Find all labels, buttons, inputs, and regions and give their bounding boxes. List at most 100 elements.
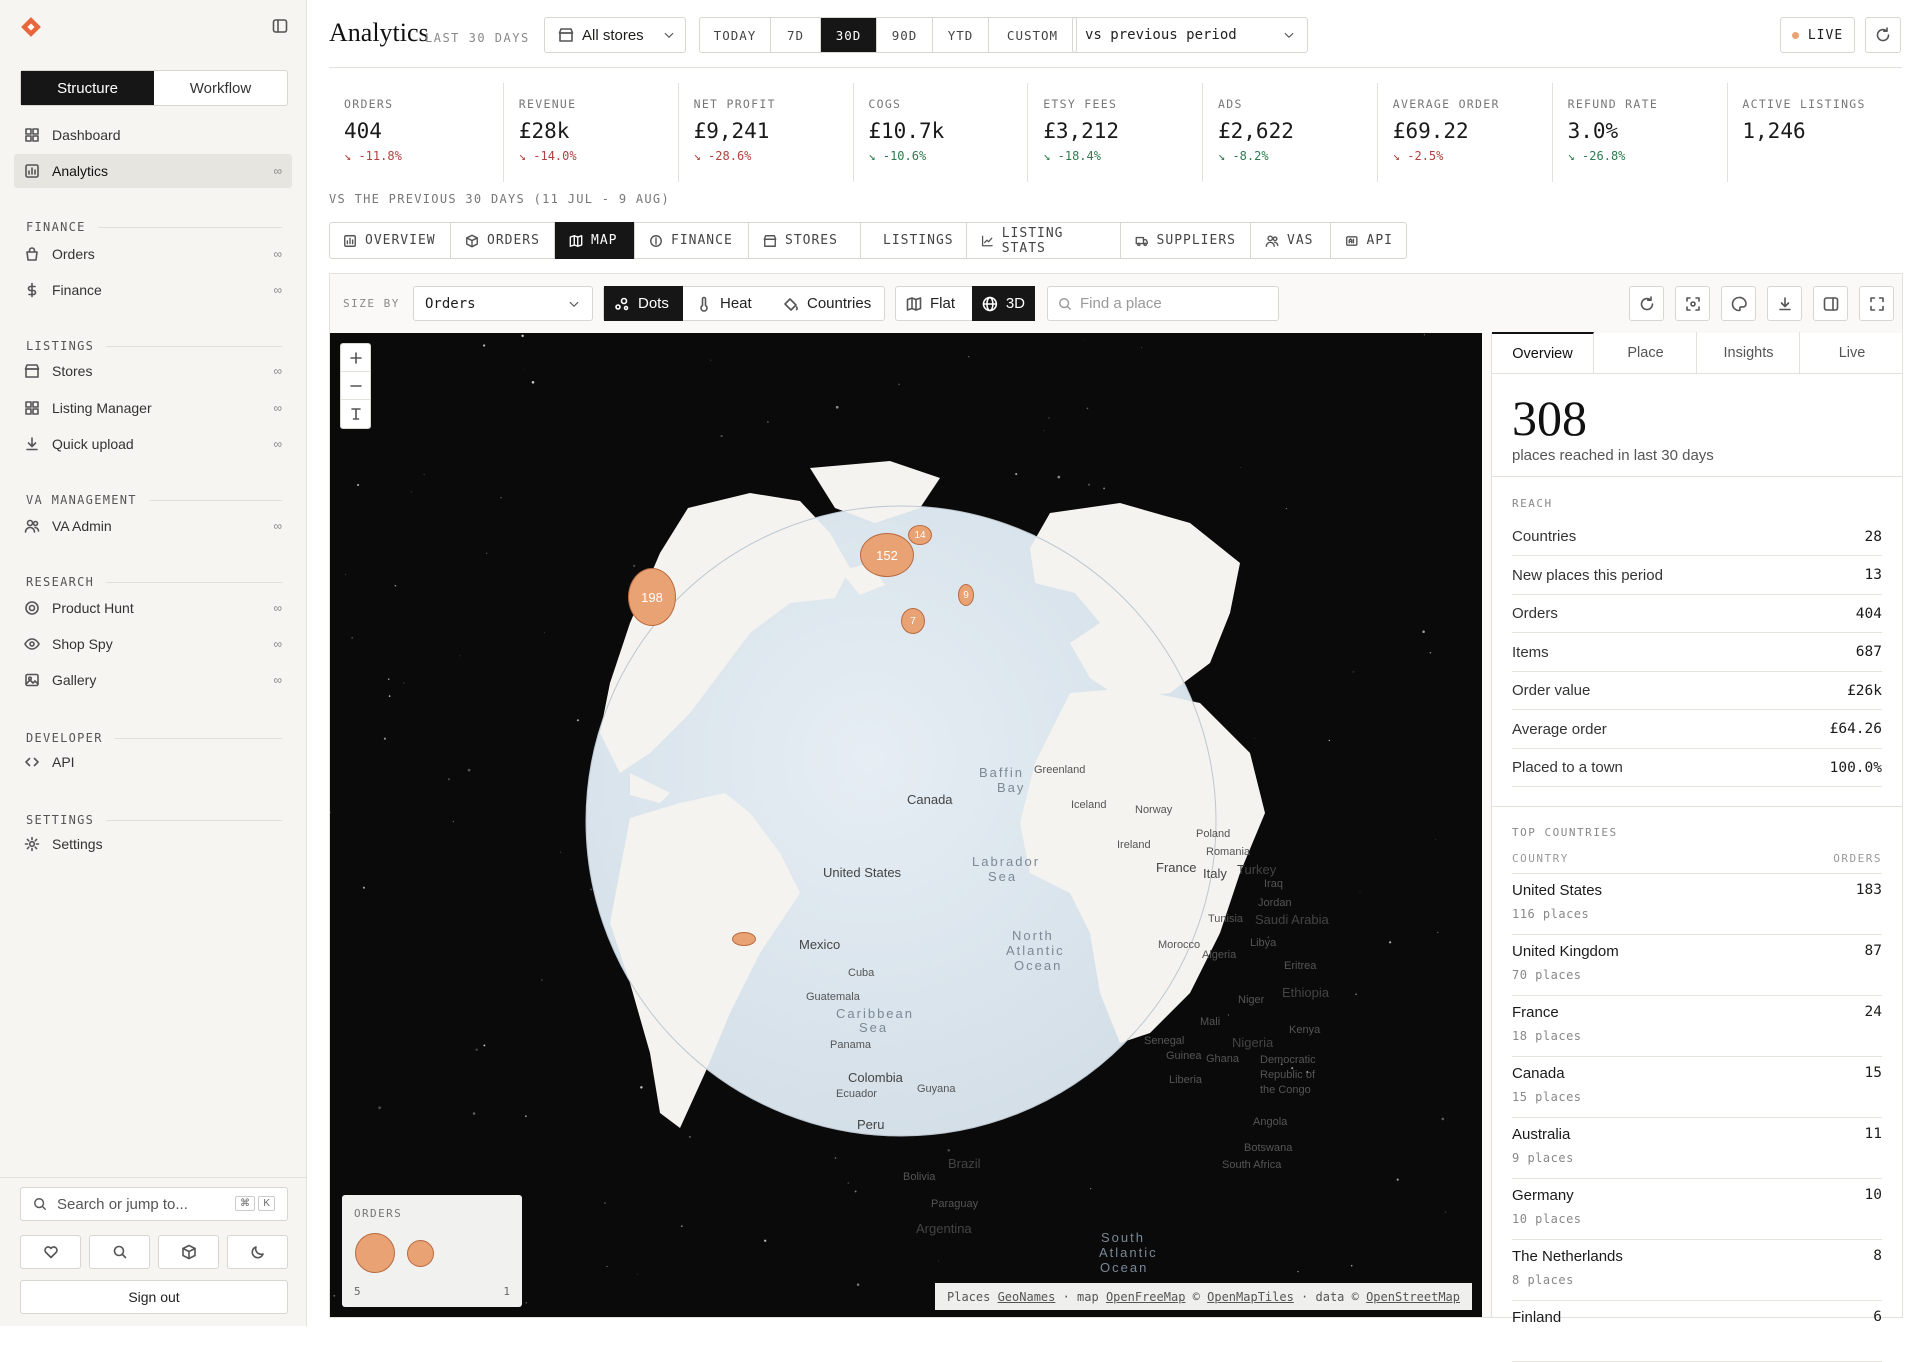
kpi-ads[interactable]: ADS £2,622 ↘ -8.2% — [1203, 83, 1378, 182]
tab-map[interactable]: MAP — [555, 222, 635, 259]
attribution-link[interactable]: OpenFreeMap — [1106, 1290, 1185, 1304]
country-orders: 15 — [1864, 1065, 1882, 1081]
sign-out-button[interactable]: Sign out — [20, 1280, 288, 1314]
panel-tab-place[interactable]: Place — [1595, 332, 1697, 373]
range-90d[interactable]: 90D — [876, 18, 932, 52]
country-row[interactable]: Germany 10 places 10 — [1512, 1179, 1882, 1240]
kpi-active-listings[interactable]: ACTIVE LISTINGS 1,246 — [1727, 83, 1901, 182]
size-by-select[interactable]: Orders — [413, 286, 593, 321]
reach-row-placed-to-a-town: Placed to a town 100.0% — [1512, 749, 1882, 787]
kpi-refund-rate[interactable]: REFUND RATE 3.0% ↘ -26.8% — [1553, 83, 1728, 182]
sidebar: Structure Workflow Dashboard Analytics ∞ FI… — [0, 0, 307, 1326]
panel-tab-overview[interactable]: Overview — [1492, 332, 1594, 373]
order-bubble[interactable]: 152 — [860, 533, 914, 577]
search-placeholder: Search or jump to... — [57, 1195, 188, 1213]
place-label-ireland: Ireland — [1117, 839, 1151, 851]
favorites-button[interactable] — [20, 1235, 81, 1269]
tab-listings[interactable]: LISTINGS — [861, 222, 967, 259]
kpi-average-order[interactable]: AVERAGE ORDER £69.22 ↘ -2.5% — [1378, 83, 1553, 182]
country-row[interactable]: United States 116 places 183 — [1512, 874, 1882, 935]
sidebar-item-product-hunt[interactable]: Product Hunt ∞ — [14, 591, 292, 625]
find-place-input[interactable]: Find a place — [1047, 286, 1279, 321]
tab-stores[interactable]: STORES — [749, 222, 861, 259]
country-row[interactable]: France 18 places 24 — [1512, 996, 1882, 1057]
collapse-sidebar-icon[interactable] — [272, 18, 288, 34]
range-30d[interactable]: 30D — [820, 18, 876, 52]
sidebar-item-analytics[interactable]: Analytics ∞ — [14, 154, 292, 188]
search-button[interactable] — [89, 1235, 150, 1269]
style-button[interactable] — [1721, 286, 1756, 321]
tab-api[interactable]: API — [1331, 222, 1407, 259]
tab-suppliers[interactable]: SUPPLIERS — [1121, 222, 1251, 259]
country-row[interactable]: United Kingdom 70 places 87 — [1512, 935, 1882, 996]
mode-tab-workflow[interactable]: Workflow — [154, 71, 287, 105]
attribution-link[interactable]: OpenMapTiles — [1207, 1290, 1294, 1304]
brand-logo[interactable] — [20, 16, 42, 38]
live-button[interactable]: LIVE — [1780, 17, 1855, 53]
package-button[interactable] — [158, 1235, 219, 1269]
zoom-in-button[interactable] — [341, 344, 370, 372]
sidebar-item-quick-upload[interactable]: Quick upload ∞ — [14, 427, 292, 461]
kpi-revenue[interactable]: REVENUE £28k ↘ -14.0% — [504, 83, 679, 182]
range-today[interactable]: TODAY — [700, 18, 770, 52]
tab-overview[interactable]: OVERVIEW — [329, 222, 451, 259]
sidebar-item-listing-manager[interactable]: Listing Manager ∞ — [14, 391, 292, 425]
zoom-out-button[interactable] — [341, 372, 370, 400]
country-row[interactable]: Canada 15 places 15 — [1512, 1057, 1882, 1118]
fullscreen-button[interactable] — [1859, 286, 1894, 321]
toggle-panel-button[interactable] — [1813, 286, 1848, 321]
range-ytd[interactable]: YTD — [932, 18, 988, 52]
compass-button[interactable] — [341, 400, 370, 428]
theme-toggle-button[interactable] — [227, 1235, 288, 1269]
mode-dots[interactable]: Dots — [604, 286, 683, 321]
order-bubble[interactable]: 7 — [901, 608, 925, 634]
tab-orders[interactable]: ORDERS — [451, 222, 555, 259]
view-3d[interactable]: 3D — [972, 286, 1035, 321]
sidebar-item-stores[interactable]: Stores ∞ — [14, 354, 292, 388]
sidebar-item-finance[interactable]: Finance ∞ — [14, 273, 292, 307]
place-label-liberia: Liberia — [1169, 1074, 1203, 1086]
tab-finance[interactable]: FINANCE — [635, 222, 749, 259]
country-row[interactable]: Finland 6 — [1512, 1301, 1882, 1362]
refresh-button[interactable] — [1865, 17, 1901, 53]
mode-heat[interactable]: Heat — [686, 286, 770, 321]
sidebar-item-orders[interactable]: Orders ∞ — [14, 237, 292, 271]
mode-tab-structure[interactable]: Structure — [21, 71, 154, 105]
reach-label: Placed to a town — [1512, 759, 1623, 776]
kpi-etsy-fees[interactable]: ETSY FEES £3,212 ↘ -18.4% — [1028, 83, 1204, 182]
download-button[interactable] — [1767, 286, 1802, 321]
tab-vas[interactable]: VAS — [1251, 222, 1331, 259]
panel-tab-live[interactable]: Live — [1801, 332, 1903, 373]
panel-tab-insights[interactable]: Insights — [1698, 332, 1800, 373]
sidebar-item-api[interactable]: API — [14, 745, 292, 779]
tab-listing-stats[interactable]: LISTING STATS — [967, 222, 1121, 259]
search-jump-input[interactable]: Search or jump to... ⌘ K — [20, 1187, 288, 1221]
panel-icon — [1823, 296, 1838, 311]
sidebar-item-dashboard[interactable]: Dashboard — [14, 118, 292, 152]
country-name: Australia — [1512, 1126, 1571, 1143]
view-flat[interactable]: Flat — [896, 286, 970, 321]
order-bubble[interactable] — [732, 932, 756, 946]
order-bubble[interactable]: 9 — [958, 584, 974, 606]
order-bubble[interactable]: 14 — [908, 525, 932, 545]
sidebar-item-gallery[interactable]: Gallery ∞ — [14, 663, 292, 697]
mode-countries[interactable]: Countries — [773, 286, 885, 321]
country-row[interactable]: Australia 9 places 11 — [1512, 1118, 1882, 1179]
focus-button[interactable] — [1675, 286, 1710, 321]
attribution-link[interactable]: OpenStreetMap — [1366, 1290, 1460, 1304]
sidebar-item-settings[interactable]: Settings — [14, 827, 292, 861]
map-canvas[interactable]: Baffin Bay Greenland Canada Iceland Norway Pol… — [330, 333, 1482, 1317]
kpi-orders[interactable]: ORDERS 404 ↘ -11.8% — [329, 83, 504, 182]
attribution-link[interactable]: GeoNames — [998, 1290, 1056, 1304]
sidebar-item-shop-spy[interactable]: Shop Spy ∞ — [14, 627, 292, 661]
kpi-cogs[interactable]: COGS £10.7k ↘ -10.6% — [853, 83, 1029, 182]
sidebar-item-va-admin[interactable]: VA Admin ∞ — [14, 509, 292, 543]
kpi-net-profit[interactable]: NET PROFIT £9,241 ↘ -28.6% — [679, 83, 854, 182]
country-row[interactable]: The Netherlands 8 places 8 — [1512, 1240, 1882, 1301]
order-bubble[interactable]: 198 — [628, 568, 676, 626]
store-select[interactable]: All stores — [544, 17, 686, 53]
compare-select[interactable]: vs previous period — [1072, 17, 1308, 53]
range-custom[interactable]: CUSTOM — [988, 18, 1076, 52]
reset-view-button[interactable] — [1629, 286, 1664, 321]
range-7d[interactable]: 7D — [770, 18, 820, 52]
